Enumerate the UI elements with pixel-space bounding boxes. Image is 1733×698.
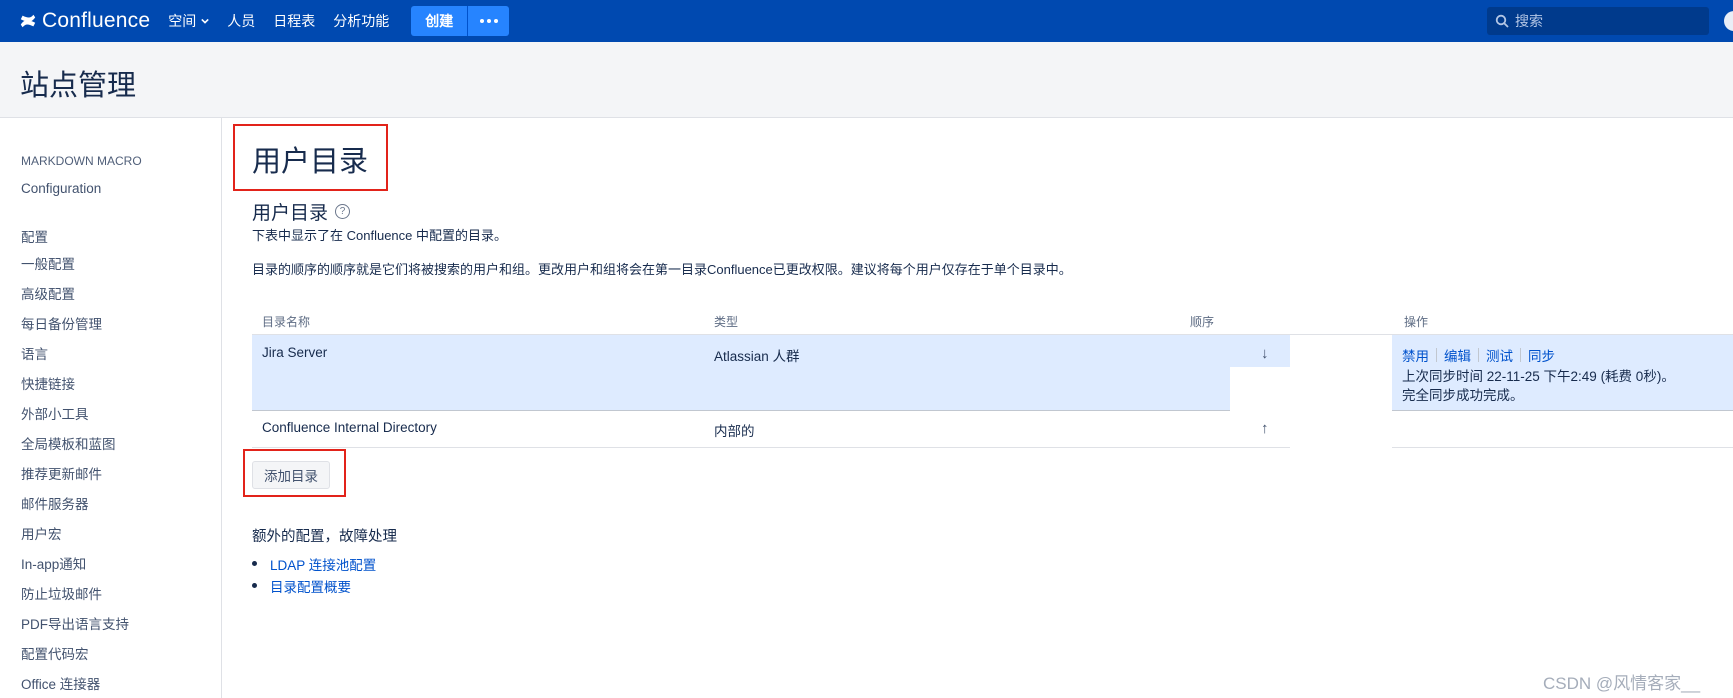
- divider: [252, 410, 1230, 411]
- section-title-text: 用户目录: [252, 203, 329, 224]
- nav-analytics[interactable]: 分析功能: [333, 11, 389, 31]
- last-sync-time: 上次同步时间 22-11-25 下午2:49 (耗费 0秒)。: [1402, 369, 1675, 384]
- confluence-logo[interactable]: Confluence: [19, 9, 150, 33]
- sync-link[interactable]: 同步: [1528, 345, 1555, 365]
- move-down-icon[interactable]: ↓: [1261, 345, 1269, 362]
- confluence-logo-icon: [20, 14, 36, 28]
- sidebar-item-shortcuts[interactable]: 快捷链接: [21, 373, 75, 393]
- sidebar-group-title: MARKDOWN MACRO: [21, 154, 142, 168]
- edit-link[interactable]: 编辑: [1444, 345, 1471, 365]
- main-content: 用户目录 用户目录 ? 下表中显示了在 Confluence 中配置的目录。 目…: [222, 118, 1733, 698]
- avatar[interactable]: [1724, 11, 1733, 31]
- divider: [1392, 447, 1733, 448]
- directory-name: Jira Server: [262, 345, 328, 360]
- sidebar-item-gadgets[interactable]: 外部小工具: [21, 403, 89, 423]
- extra-config-title: 额外的配置，故障处理: [252, 529, 397, 545]
- sidebar-item-general[interactable]: 一般配置: [21, 253, 75, 273]
- create-button[interactable]: 创建: [411, 6, 468, 36]
- bullet: [252, 583, 257, 588]
- disable-link[interactable]: 禁用: [1402, 345, 1429, 365]
- more-dots-icon: [479, 19, 484, 23]
- list-item: LDAP 连接池配置: [252, 554, 376, 574]
- search-input[interactable]: 搜索: [1487, 7, 1709, 35]
- bullet: [252, 561, 257, 566]
- add-directory-button[interactable]: 添加目录: [252, 461, 330, 489]
- sidebar-item-language[interactable]: 语言: [21, 343, 48, 363]
- nav-people[interactable]: 人员: [227, 11, 255, 31]
- directory-type: 内部的: [714, 424, 755, 439]
- nav-calendars-label: 日程表: [273, 13, 316, 29]
- divider: [1436, 348, 1437, 362]
- more-button[interactable]: [467, 6, 510, 36]
- watermark: CSDN @风情客家__: [1543, 674, 1701, 693]
- list-item: 目录配置概要: [252, 576, 376, 596]
- sidebar-item-recommended-email[interactable]: 推荐更新邮件: [21, 463, 102, 483]
- description: 下表中显示了在 Confluence 中配置的目录。: [252, 228, 507, 243]
- nav-spaces[interactable]: 空间: [168, 11, 210, 31]
- test-link[interactable]: 测试: [1486, 345, 1513, 365]
- nav-people-label: 人员: [227, 13, 256, 29]
- sidebar-item-user-macros[interactable]: 用户宏: [21, 523, 62, 543]
- divider: [252, 447, 1230, 448]
- nav-calendars[interactable]: 日程表: [273, 11, 315, 31]
- table-row-order-cell: [1230, 335, 1290, 367]
- sidebar: MARKDOWN MACRO Configuration 配置 一般配置 高级配…: [0, 118, 222, 698]
- column-header-order: 顺序: [1190, 315, 1215, 329]
- chevron-down-icon: [201, 18, 210, 24]
- ldap-pool-link[interactable]: LDAP 连接池配置: [270, 558, 376, 573]
- more-dot: [486, 19, 491, 23]
- brand-name: Confluence: [42, 9, 151, 32]
- sidebar-item-advanced[interactable]: 高级配置: [21, 283, 75, 303]
- extra-config-list: LDAP 连接池配置 目录配置概要: [252, 554, 376, 598]
- more-dot: [493, 19, 498, 23]
- page-header-title: 站点管理: [20, 70, 137, 102]
- nav-analytics-label: 分析功能: [333, 13, 390, 29]
- directory-type: Atlassian 人群: [714, 349, 800, 364]
- sidebar-group-title: 配置: [21, 230, 48, 245]
- help-icon[interactable]: ?: [335, 204, 351, 219]
- nav-spaces-label: 空间: [168, 13, 197, 29]
- sidebar-item-backup[interactable]: 每日备份管理: [21, 313, 102, 333]
- top-navigation: Confluence 空间 人员 日程表 分析功能 创建 搜索: [0, 0, 1733, 42]
- sidebar-item-configuration[interactable]: Configuration: [21, 181, 101, 196]
- sidebar-item-mail-servers[interactable]: 邮件服务器: [21, 493, 89, 513]
- sidebar-item-office-connector[interactable]: Office 连接器: [21, 673, 100, 693]
- move-up-icon[interactable]: ↑: [1261, 420, 1269, 437]
- row-actions: 禁用 编辑 测试 同步: [1402, 345, 1555, 365]
- sidebar-item-code-macro[interactable]: 配置代码宏: [21, 643, 89, 663]
- order-note: 目录的顺序的顺序就是它们将被搜索的用户和组。更改用户和组将会在第一目录Confl…: [252, 262, 1072, 277]
- divider: [1230, 447, 1290, 448]
- divider: [1478, 348, 1479, 362]
- column-header-name: 目录名称: [262, 315, 311, 329]
- sidebar-item-spam[interactable]: 防止垃圾邮件: [21, 583, 102, 603]
- directory-overview-link[interactable]: 目录配置概要: [270, 580, 351, 595]
- sidebar-item-pdf-language[interactable]: PDF导出语言支持: [21, 613, 129, 633]
- search-placeholder: 搜索: [1515, 13, 1543, 29]
- divider: [1392, 410, 1733, 411]
- page-header: 站点管理: [0, 42, 1733, 118]
- sync-status: 完全同步成功完成。: [1402, 388, 1524, 403]
- sidebar-item-templates[interactable]: 全局模板和蓝图: [21, 433, 116, 453]
- column-header-type: 类型: [714, 315, 739, 329]
- column-header-actions: 操作: [1404, 315, 1429, 329]
- section-title: 用户目录 ?: [252, 198, 351, 225]
- sidebar-item-inapp-notifications[interactable]: In-app通知: [21, 553, 86, 573]
- directory-name: Confluence Internal Directory: [262, 420, 437, 435]
- divider: [1520, 348, 1521, 362]
- search-icon: [1495, 14, 1509, 28]
- page-title: 用户目录: [252, 146, 369, 178]
